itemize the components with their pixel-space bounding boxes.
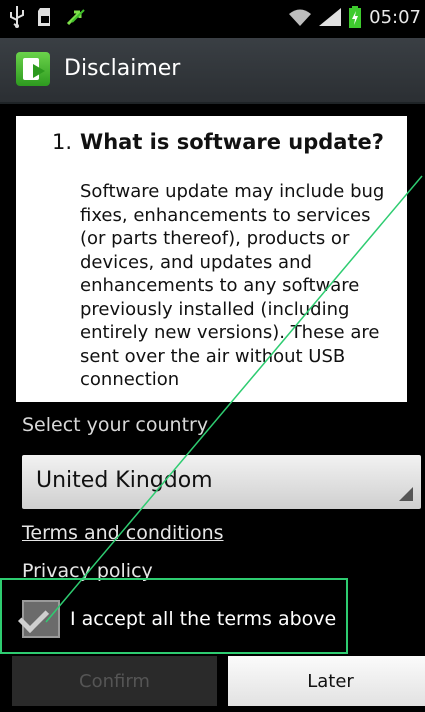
later-button[interactable]: Later — [228, 656, 425, 706]
section-paragraph: Software update may include bug fixes, e… — [80, 181, 385, 390]
checkmark-icon — [17, 601, 50, 633]
title-bar: Disclaimer — [0, 38, 425, 104]
status-right-icons: 05:07 — [289, 6, 421, 28]
usb-icon — [10, 6, 24, 28]
country-select[interactable]: United Kingdom — [22, 455, 421, 509]
battery-charging-icon — [349, 6, 362, 28]
signal-icon — [319, 8, 342, 26]
software-update-icon — [16, 52, 50, 86]
dropdown-corner-icon — [399, 487, 413, 501]
country-label: Select your country — [22, 414, 209, 436]
wifi-icon — [289, 9, 312, 26]
section-title: What is software update? — [80, 130, 384, 154]
section-heading: 1. What is software update? — [52, 130, 384, 154]
accept-terms-checkbox[interactable] — [17, 600, 60, 638]
page-title: Disclaimer — [64, 56, 181, 81]
disclaimer-text-panel[interactable]: 1. What is software update? Software upda… — [16, 116, 407, 402]
section-number: 1. — [52, 130, 73, 154]
status-bar: 05:07 — [0, 0, 425, 38]
confirm-button[interactable]: Confirm — [12, 656, 217, 706]
sd-card-icon — [38, 8, 50, 26]
accept-terms-label[interactable]: I accept all the terms above — [70, 608, 336, 630]
status-time: 05:07 — [369, 6, 421, 28]
country-selected-value: United Kingdom — [36, 468, 213, 493]
status-left-icons — [10, 6, 86, 28]
sync-arrows-icon — [66, 9, 85, 26]
terms-link[interactable]: Terms and conditions — [22, 522, 224, 544]
